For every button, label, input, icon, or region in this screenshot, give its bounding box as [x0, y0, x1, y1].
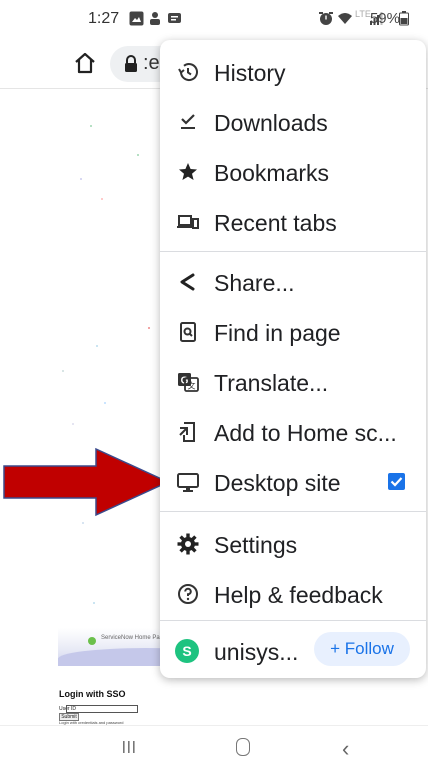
devices-icon — [176, 210, 200, 234]
menu-item-translate[interactable]: G文 Translate... — [160, 359, 426, 405]
menu-divider — [160, 251, 426, 252]
decor-dot — [96, 345, 98, 347]
gear-icon — [176, 532, 200, 556]
menu-item-label: Translate... — [214, 370, 329, 396]
decor-dot — [101, 198, 103, 200]
menu-item-recent-tabs[interactable]: Recent tabs — [160, 199, 426, 245]
battery-icon — [399, 11, 409, 29]
decor-dot — [82, 522, 84, 524]
svg-text:文: 文 — [188, 381, 196, 391]
menu-item-label: Share... — [214, 270, 295, 296]
decor-dot — [72, 423, 74, 425]
menu-item-label: Find in page — [214, 320, 341, 346]
person-notification-icon — [148, 11, 162, 29]
translate-icon: G文 — [176, 370, 200, 394]
menu-divider — [160, 511, 426, 512]
history-icon — [176, 60, 200, 84]
menu-item-label: Help & feedback — [214, 582, 383, 608]
decor-dot — [104, 402, 106, 404]
gallery-notification-icon — [129, 11, 144, 29]
find-in-page-icon — [176, 320, 200, 344]
lock-icon — [122, 55, 140, 73]
menu-item-history[interactable]: History — [160, 49, 426, 95]
add-to-home-icon — [176, 420, 200, 444]
servicenow-logo-icon — [88, 637, 96, 645]
battery-percent: 59% — [369, 10, 400, 27]
monitor-icon — [176, 470, 200, 494]
user-id-input[interactable] — [66, 705, 138, 713]
decor-dot — [62, 370, 64, 372]
menu-item-label: Add to Home sc... — [214, 420, 397, 446]
site-name: unisys... — [214, 639, 299, 665]
menu-item-find-in-page[interactable]: Find in page — [160, 309, 426, 355]
menu-item-desktop-site[interactable]: Desktop site — [160, 459, 426, 505]
status-bar: 1:27 LTE 59% — [0, 0, 428, 40]
decor-dot — [90, 125, 92, 127]
url-text: :e — [143, 52, 160, 74]
share-icon — [176, 270, 200, 294]
decor-dot — [80, 178, 82, 180]
menu-item-label: Bookmarks — [214, 160, 330, 186]
wifi-icon — [337, 11, 353, 29]
menu-divider — [160, 620, 426, 621]
menu-item-label: Settings — [214, 532, 298, 558]
system-nav-bar: ‹ — [0, 725, 428, 761]
follow-button[interactable]: + Follow — [314, 632, 410, 666]
check-icon — [390, 477, 403, 487]
red-arrow-annotation — [3, 447, 170, 517]
alarm-icon — [318, 11, 334, 29]
menu-item-bookmarks[interactable]: Bookmarks — [160, 149, 426, 195]
site-avatar: S — [175, 639, 199, 663]
star-icon — [176, 160, 200, 184]
decor-dot — [137, 154, 139, 156]
chat-notification-icon — [167, 11, 182, 29]
recent-apps-icon[interactable] — [122, 740, 136, 754]
menu-item-label: Desktop site — [214, 470, 341, 496]
menu-item-label: History — [214, 60, 286, 86]
back-icon[interactable]: ‹ — [342, 736, 349, 762]
menu-item-downloads[interactable]: Downloads — [160, 99, 426, 145]
decor-dot — [148, 327, 150, 329]
menu-item-label: Recent tabs — [214, 210, 337, 236]
menu-item-settings[interactable]: Settings — [160, 521, 426, 567]
menu-item-label: Downloads — [214, 110, 328, 136]
home-icon[interactable] — [72, 50, 98, 76]
help-icon — [176, 582, 200, 606]
nav-home-icon[interactable] — [236, 738, 250, 756]
site-follow-row: S unisys... + Follow — [160, 628, 426, 674]
menu-item-help[interactable]: Help & feedback — [160, 571, 426, 617]
menu-item-add-to-home[interactable]: Add to Home sc... — [160, 409, 426, 455]
desktop-site-checkbox[interactable] — [388, 473, 405, 490]
downloads-icon — [176, 110, 200, 134]
status-time: 1:27 — [88, 10, 120, 27]
menu-item-share[interactable]: Share... — [160, 259, 426, 305]
overflow-menu: History Downloads Bookmarks Recent tabs … — [160, 40, 426, 678]
login-title: Login with SSO — [59, 689, 126, 699]
decor-dot — [93, 602, 95, 604]
banner-text: ServiceNow Home Page — [101, 635, 167, 641]
